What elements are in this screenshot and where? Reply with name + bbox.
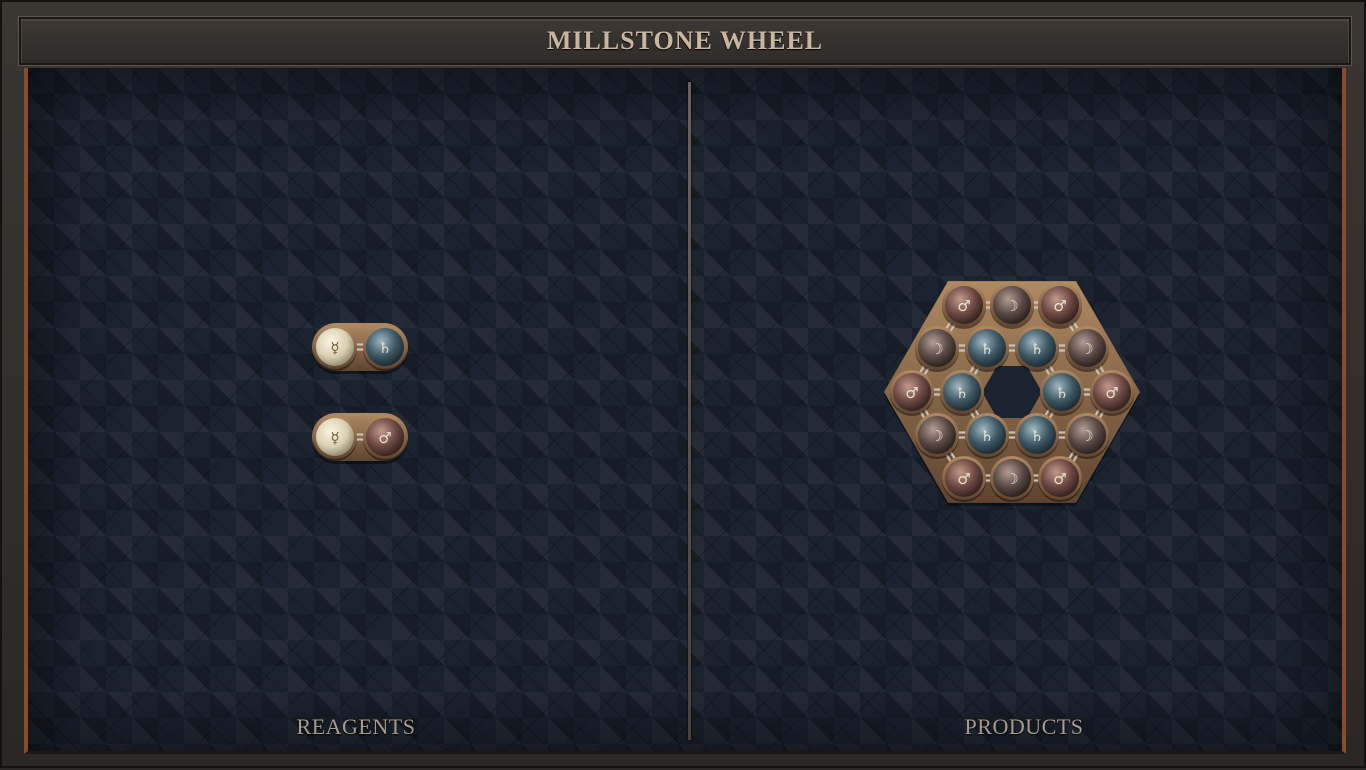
atom-lead: ♄ [1015, 326, 1059, 372]
silver-symbol: ☽ [1005, 297, 1018, 315]
silver-symbol: ☽ [1080, 427, 1093, 445]
lead-symbol: ♄ [1030, 427, 1043, 445]
atom-iron: ♂ [942, 456, 986, 502]
atom-iron: ♂ [942, 283, 986, 329]
iron-symbol: ♂ [378, 429, 391, 447]
lead-symbol: ♄ [955, 384, 968, 402]
atom-iron: ♂ [1038, 456, 1082, 502]
atom-quicksilver: ☿ [313, 325, 357, 371]
silver-symbol: ☽ [930, 427, 943, 445]
atom-iron: ♂ [363, 415, 407, 461]
lead-symbol: ♄ [1055, 384, 1068, 402]
iron-symbol: ♂ [1053, 297, 1066, 315]
atom-quicksilver: ☿ [313, 415, 357, 461]
atom-iron: ♂ [1038, 283, 1082, 329]
atom-silver: ☽ [1065, 326, 1109, 372]
atom-lead: ♄ [965, 326, 1009, 372]
iron-symbol: ♂ [1053, 470, 1066, 488]
lead-symbol: ♄ [980, 340, 993, 358]
silver-symbol: ☽ [930, 340, 943, 358]
atom-lead: ♄ [940, 370, 984, 416]
lead-symbol: ♄ [1030, 340, 1043, 358]
iron-symbol: ♂ [1105, 384, 1118, 402]
atom-lead: ♄ [1040, 370, 1084, 416]
quicksilver-symbol: ☿ [330, 339, 339, 357]
iron-symbol: ♂ [957, 470, 970, 488]
atom-iron: ♂ [890, 370, 934, 416]
atom-silver: ☽ [1065, 413, 1109, 459]
game-window-frame: MILLSTONE WHEEL REAGENTS PRODUCTS ☿ ♄ ☿ … [0, 0, 1366, 768]
atom-silver: ☽ [990, 283, 1034, 329]
silver-symbol: ☽ [1080, 340, 1093, 358]
iron-symbol: ♂ [905, 384, 918, 402]
lead-symbol: ♄ [980, 427, 993, 445]
atom-lead: ♄ [1015, 413, 1059, 459]
molecule-layer: ☿ ♄ ☿ ♂ ♂ ☽ ♂ ☽ ♂ ☽ ♂ ☽ ♂ ☽ ♂ ☽ ♄ ♄ ♄ ♄ ♄ ♄ [312, 281, 1140, 506]
atom-silver: ☽ [915, 413, 959, 459]
lead-symbol: ♄ [378, 339, 391, 357]
silver-symbol: ☽ [1005, 470, 1018, 488]
atom-silver: ☽ [915, 326, 959, 372]
quicksilver-symbol: ☿ [330, 429, 339, 447]
atom-silver: ☽ [990, 456, 1034, 502]
atom-iron: ♂ [1090, 370, 1134, 416]
atom-lead: ♄ [363, 325, 407, 371]
iron-symbol: ♂ [957, 297, 970, 315]
atom-lead: ♄ [965, 413, 1009, 459]
